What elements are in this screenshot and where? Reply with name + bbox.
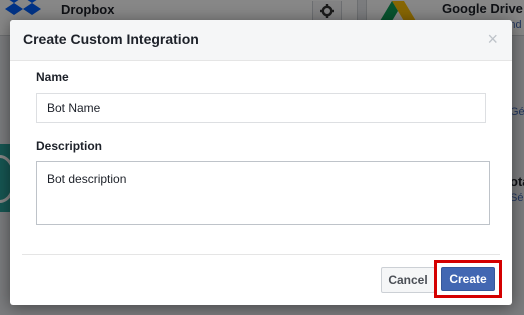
dialog-title: Create Custom Integration	[23, 31, 199, 47]
footer-divider	[22, 254, 500, 255]
close-icon[interactable]: ×	[487, 29, 498, 49]
create-button-highlight: Create	[434, 260, 502, 298]
description-label: Description	[36, 139, 103, 153]
create-integration-dialog: Create Custom Integration × Name Bot Nam…	[10, 20, 512, 305]
name-label: Name	[36, 70, 69, 84]
create-button[interactable]: Create	[441, 267, 495, 291]
description-field[interactable]: Bot description	[36, 161, 490, 225]
name-field[interactable]: Bot Name	[36, 93, 486, 123]
cancel-button[interactable]: Cancel	[381, 267, 435, 293]
dialog-header: Create Custom Integration ×	[10, 20, 512, 61]
